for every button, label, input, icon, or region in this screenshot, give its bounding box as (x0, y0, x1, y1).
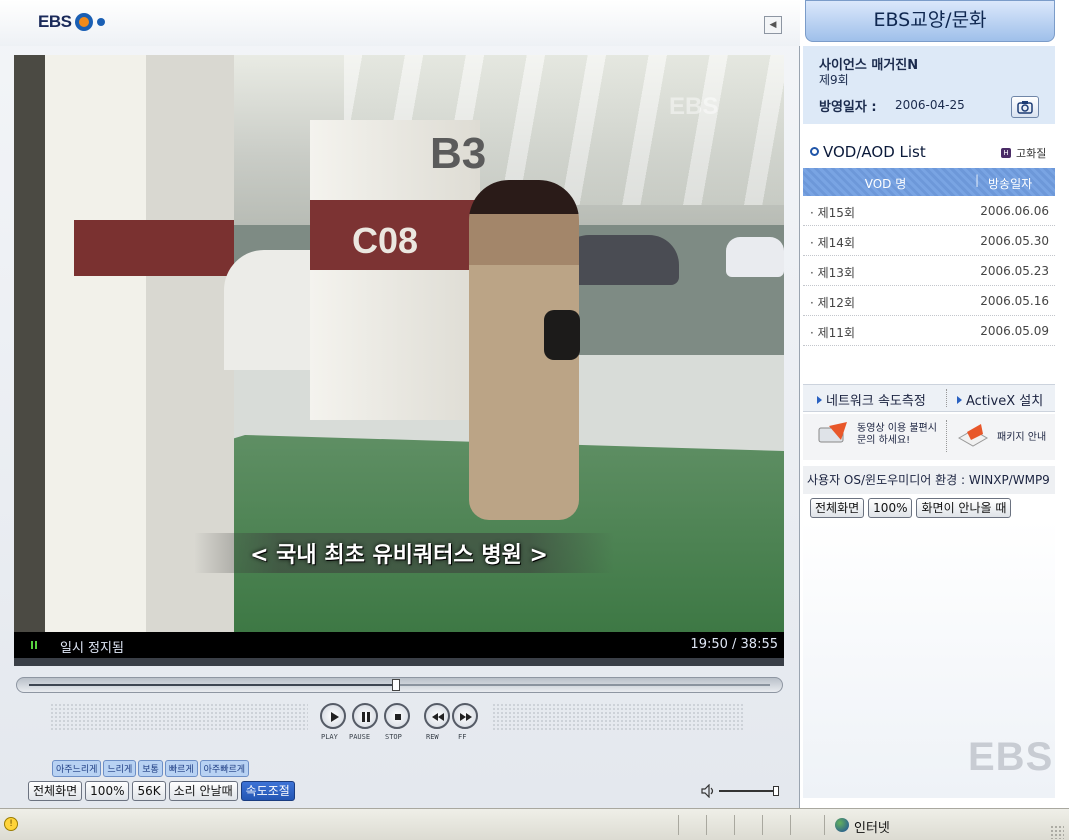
video-frame[interactable]: C08 B3 EBS < 국내 최초 유비쿼터스 병원 > (14, 55, 784, 635)
bandwidth-56k-button[interactable]: 56K (132, 781, 166, 801)
vod-row[interactable]: · 제13회 2006.05.23 (803, 256, 1055, 286)
vod-list: · 제15회 2006.06.06 · 제14회 2006.05.30 · 제1… (803, 196, 1055, 346)
vod-row[interactable]: · 제12회 2006.05.16 (803, 286, 1055, 316)
volume-control[interactable] (700, 784, 779, 798)
security-zone-label: 인터넷 (854, 821, 890, 836)
security-shield-icon[interactable]: ! (4, 817, 18, 831)
package-info-link[interactable]: 패키지 안내 (955, 420, 1046, 450)
no-sound-help-button[interactable]: 소리 안날때 (168, 781, 238, 801)
tools-row: 네트워크 속도측정 ActiveX 설치 (803, 384, 1055, 412)
resize-grip[interactable] (1050, 825, 1064, 839)
speaker-icon (701, 784, 714, 798)
speed-options: 아주느리게 느리게 보통 빠르게 아주빠르게 (52, 760, 250, 777)
pause-button[interactable] (352, 703, 378, 729)
arrow-right-icon (817, 395, 822, 404)
speed-option[interactable]: 빠르게 (164, 760, 198, 777)
bullet-icon (810, 147, 819, 156)
stop-icon (395, 714, 401, 720)
side-zoom-button[interactable]: 100% (868, 498, 913, 518)
pause-icon (362, 712, 370, 722)
seek-progress (29, 684, 396, 686)
zoom-100-button[interactable]: 100% (85, 781, 130, 801)
play-icon (331, 712, 339, 722)
air-date: 2006-04-25 (895, 98, 965, 112)
activex-install-link[interactable]: ActiveX 설치 (957, 390, 1043, 409)
ebs-footer-logo: EBS (968, 735, 1054, 779)
volume-slider[interactable] (719, 786, 779, 796)
vod-row[interactable]: · 제14회 2006.05.30 (803, 226, 1055, 256)
play-button[interactable] (320, 703, 346, 729)
support-icon (815, 420, 851, 450)
col-vod-name: VOD 명 (864, 177, 907, 191)
fast-forward-icon (460, 713, 472, 721)
side-toolbar: 전체화면 100% 화면이 안나올 때 (810, 498, 1012, 518)
channel-header: EBS교양/문화 (805, 0, 1055, 42)
ebs-logo: EBS (38, 12, 106, 32)
seek-bar[interactable] (16, 677, 783, 693)
speed-option[interactable]: 느리게 (103, 760, 137, 777)
help-row: 동영상 이용 불편시 문의 하세요! 패키지 안내 (803, 414, 1055, 460)
level-sign: B3 (430, 129, 487, 178)
vod-row[interactable]: · 제15회 2006.06.06 (803, 196, 1055, 226)
player-toolbar: 전체화면 100% 56K 소리 안날때 속도조절 (28, 781, 295, 801)
volume-handle[interactable] (773, 786, 779, 796)
stop-button[interactable] (384, 703, 410, 729)
vod-table-header: VOD 명 | 방송일자 (803, 168, 1055, 196)
time-display: 19:50 / 38:55 (690, 637, 778, 652)
playback-status: 일시 정지됨 (60, 641, 124, 656)
speed-control-button[interactable]: 속도조절 (240, 781, 295, 801)
browser-status-bar: ! 인터넷 (0, 808, 1069, 840)
speed-option[interactable]: 보통 (138, 760, 163, 777)
vod-list-title: VOD/AOD List (823, 143, 926, 161)
package-icon (955, 420, 991, 450)
video-caption: < 국내 최초 유비쿼터스 병원 > (250, 543, 548, 568)
seek-handle[interactable] (392, 679, 400, 691)
user-environment: 사용자 OS/윈도우미디어 환경 : WINXP/WMP9 (803, 466, 1055, 494)
broadcast-watermark: EBS (669, 93, 719, 120)
side-fullscreen-button[interactable]: 전체화면 (810, 498, 865, 518)
program-info: 사이언스 매거진N 제9회 방영일자 : 2006-04-25 (803, 46, 1055, 124)
air-date-label: 방영일자 : (819, 100, 877, 115)
capture-button[interactable] (1011, 96, 1039, 118)
pause-state-icon (31, 641, 33, 649)
col-air-date: 방송일자 (988, 177, 1033, 191)
vod-list-header: VOD/AOD List H 고화질 (808, 142, 1058, 162)
pillar-sign: C08 (352, 220, 419, 261)
logo-mark-icon (75, 13, 94, 31)
camera-icon (1017, 101, 1033, 114)
hd-icon[interactable]: H (1001, 148, 1011, 158)
program-episode: 제9회 (819, 73, 849, 87)
vod-row[interactable]: · 제11회 2006.05.09 (803, 316, 1055, 346)
collapse-panel-button[interactable]: ◀ (764, 16, 782, 34)
no-video-help-button[interactable]: 화면이 안나올 때 (916, 498, 1012, 518)
fast-forward-button[interactable] (452, 703, 478, 729)
hd-toggle[interactable]: 고화질 (1016, 145, 1046, 161)
support-inquiry-link[interactable]: 동영상 이용 불편시 문의 하세요! (815, 420, 937, 450)
player-header: EBS ◀ (0, 0, 800, 46)
rewind-icon (432, 713, 444, 721)
speed-option[interactable]: 아주빠르게 (199, 760, 250, 777)
playback-status-bar: 일시 정지됨 19:50 / 38:55 (14, 632, 784, 658)
network-speed-test-link[interactable]: 네트워크 속도측정 (817, 390, 926, 409)
internet-zone-icon (835, 818, 849, 832)
rewind-button[interactable] (424, 703, 450, 729)
speed-option[interactable]: 아주느리게 (52, 760, 102, 777)
arrow-right-icon (957, 395, 962, 404)
fullscreen-button[interactable]: 전체화면 (28, 781, 83, 801)
